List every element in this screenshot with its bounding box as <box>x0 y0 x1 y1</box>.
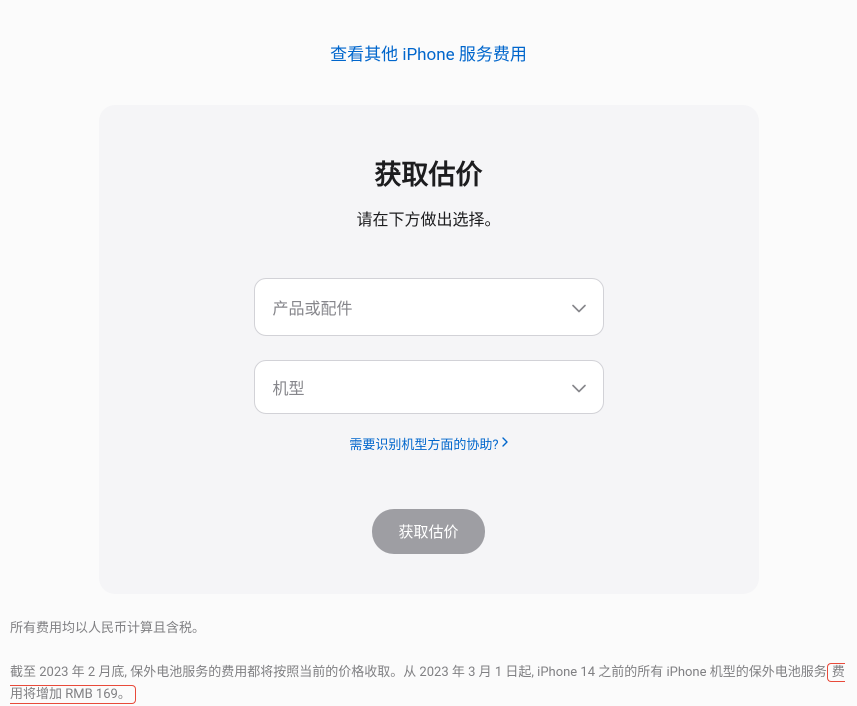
other-services-link[interactable]: 查看其他 iPhone 服务费用 <box>10 40 847 65</box>
product-select-wrap: 产品或配件 <box>254 278 604 336</box>
card-subtitle: 请在下方做出选择。 <box>139 206 719 230</box>
identify-model-help-link[interactable]: 需要识别机型方面的协助? <box>349 434 507 453</box>
estimate-card: 获取估价 请在下方做出选择。 产品或配件 机型 需要识别机型方面的协助? 获取估… <box>99 105 759 594</box>
footer-line2-prefix: 截至 2023 年 2 月底, 保外电池服务的费用都将按照当前的价格收取。从 2… <box>10 665 827 680</box>
chevron-right-icon <box>502 436 508 451</box>
footer-line2: 截至 2023 年 2 月底, 保外电池服务的费用都将按照当前的价格收取。从 2… <box>10 662 847 706</box>
card-title: 获取估价 <box>139 153 719 192</box>
model-select-wrap: 机型 <box>254 360 604 414</box>
footer-notes: 所有费用均以人民币计算且含税。 截至 2023 年 2 月底, 保外电池服务的费… <box>10 618 847 706</box>
product-select[interactable]: 产品或配件 <box>254 278 604 336</box>
help-link-text: 需要识别机型方面的协助? <box>349 434 498 453</box>
get-estimate-button[interactable]: 获取估价 <box>372 509 484 554</box>
model-select[interactable]: 机型 <box>254 360 604 414</box>
footer-line1: 所有费用均以人民币计算且含税。 <box>10 618 847 640</box>
